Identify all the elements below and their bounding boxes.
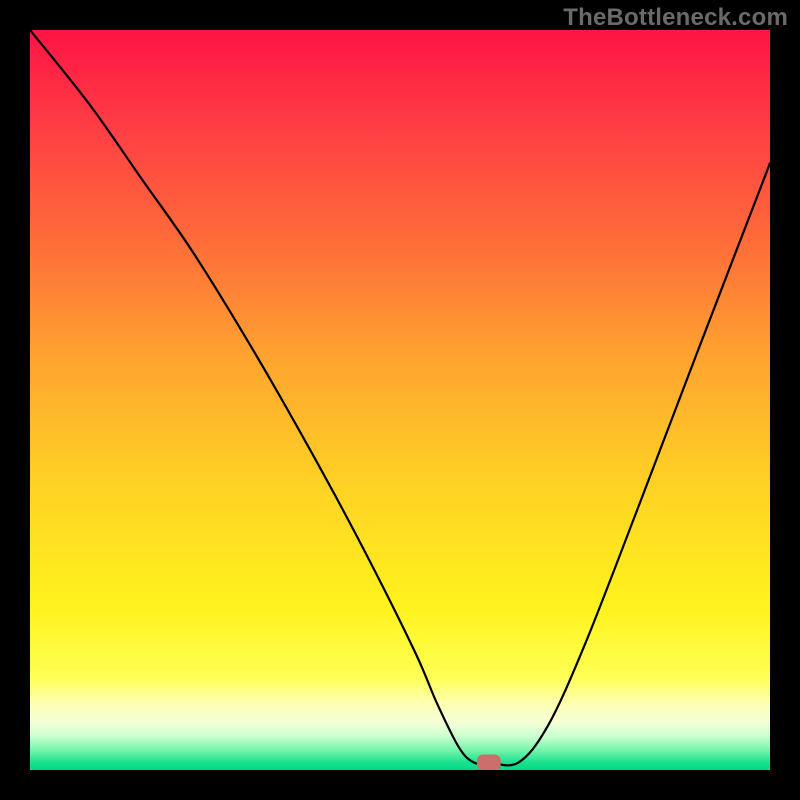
chart-frame: TheBottleneck.com [0, 0, 800, 800]
plot-svg [30, 30, 770, 770]
gradient-background [30, 30, 770, 770]
watermark-text: TheBottleneck.com [563, 4, 788, 32]
optimal-marker [477, 754, 501, 770]
plot-area [30, 30, 770, 770]
